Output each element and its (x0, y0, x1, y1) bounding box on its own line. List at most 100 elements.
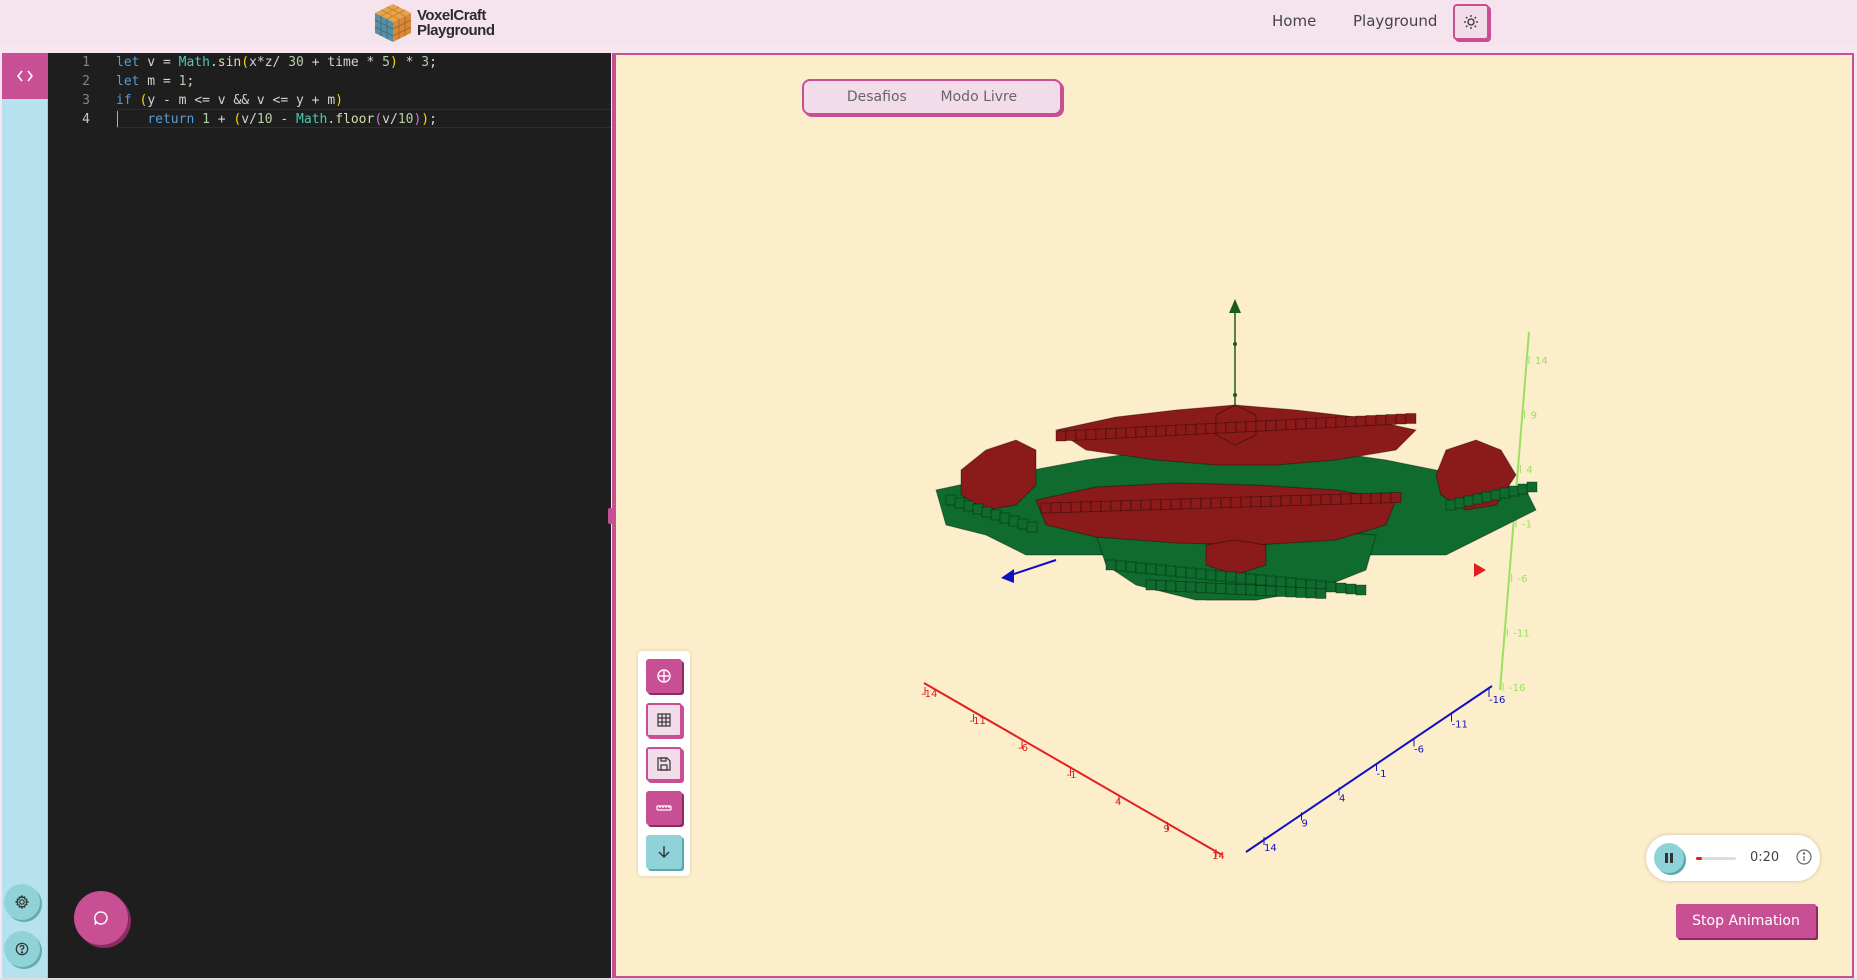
measure-button[interactable] (646, 791, 682, 825)
voxel-cube (1185, 567, 1197, 579)
y-axis-tick-label: 9 (1531, 411, 1537, 422)
voxel-cube (1225, 583, 1237, 595)
voxel-cube (1115, 427, 1127, 439)
code-text: if (y - m <= v && v <= y + m) (116, 93, 343, 108)
app-logo[interactable]: VoxelCraft Playground (373, 1, 495, 45)
voxel-cube (1490, 489, 1502, 501)
download-button[interactable] (646, 835, 682, 869)
code-line[interactable]: 1 let v = Math.sin(x*z/ 30 + time * 5) *… (48, 55, 611, 74)
voxel-cube (1155, 580, 1167, 591)
code-panel-toggle-button[interactable] (2, 53, 48, 99)
scene-z-arrow-line (1010, 559, 1057, 576)
voxel-cube (1185, 581, 1197, 593)
voxel-cube (999, 512, 1011, 524)
tab-challenges[interactable]: Desafios (847, 89, 907, 105)
pause-icon (1665, 853, 1673, 863)
scene-up-arrow (1229, 299, 1241, 313)
voxel-cube (945, 494, 957, 506)
y-axis-tick-label: -11 (1513, 629, 1529, 640)
voxel-cube (1305, 418, 1317, 429)
voxel-red-plateau (1035, 482, 1397, 546)
voxel-cube (1285, 586, 1297, 598)
voxel-cube (1110, 500, 1122, 512)
3d-viewport[interactable]: -14 -11 -6 -1 4 9 14 14 9 4 -1 -6 -11 -16 14 9 4 -1 -6 -11-… (614, 53, 1854, 978)
voxel-cube (1155, 425, 1167, 437)
voxel-cube (1255, 585, 1267, 596)
voxel-cube (1340, 493, 1352, 505)
voxel-cube (1380, 492, 1392, 504)
voxel-cube (1155, 564, 1167, 576)
crosshair-icon (657, 669, 671, 683)
voxel-cube (1017, 518, 1029, 530)
voxel-cube (1195, 423, 1207, 435)
help-button[interactable] (4, 931, 40, 967)
voxel-cube (972, 503, 984, 515)
voxel-cube (1175, 566, 1187, 578)
x-axis-tick-label: -11 (970, 716, 986, 727)
save-button[interactable] (646, 747, 682, 781)
voxel-cube (1210, 497, 1222, 509)
voxel-cube (1250, 496, 1262, 508)
nav-playground-link[interactable]: Playground (1353, 12, 1437, 30)
z-axis-tick-label: -1 (1377, 769, 1387, 780)
code-line[interactable]: 2 let m = 1; (48, 74, 611, 93)
voxel-cube (1260, 495, 1272, 507)
voxel-cube (1290, 495, 1302, 506)
chat-bubble-icon (94, 911, 108, 925)
ruler-icon (656, 805, 672, 811)
stop-animation-button[interactable]: Stop Animation (1676, 904, 1816, 938)
theme-toggle-button[interactable] (1453, 4, 1489, 40)
voxel-cube (1100, 500, 1112, 512)
x-axis-tick-label: -6 (1018, 743, 1028, 754)
voxel-cube (1245, 573, 1257, 585)
voxel-cube (1050, 502, 1062, 514)
voxel-cube (1180, 498, 1192, 510)
voxel-cube (1055, 430, 1067, 442)
voxel-cube (1517, 483, 1529, 495)
toggle-grid-button[interactable] (646, 703, 682, 737)
settings-button[interactable] (4, 884, 40, 920)
code-line[interactable]: 3 if (y - m <= v && v <= y + m) (48, 93, 611, 112)
code-text: return 1 + (v/10 - Math.floor(v/10)); (147, 112, 437, 127)
z-axis-tick-label: 4 (1339, 794, 1345, 805)
voxel-cube (1315, 588, 1327, 599)
voxel-cube (1405, 413, 1417, 424)
code-line[interactable]: 4 return 1 + (v/10 - Math.floor(v/10)); (48, 112, 611, 131)
voxel-cube (1040, 502, 1052, 514)
voxel-cube (990, 509, 1002, 521)
nav-home-link[interactable]: Home (1272, 12, 1316, 30)
voxel-cube (1205, 582, 1217, 594)
center-view-button[interactable] (646, 659, 682, 693)
y-axis-tick-label: 14 (1535, 356, 1548, 367)
save-icon (657, 757, 671, 771)
voxel-cube (1345, 583, 1357, 595)
y-axis-tick-label: -1 (1522, 520, 1532, 531)
z-axis-tick-label: -11 (1452, 720, 1468, 731)
x-axis-tick-label: 14 (1212, 851, 1225, 862)
scene-z-arrow-head (1001, 569, 1014, 583)
pause-button[interactable] (1654, 843, 1684, 873)
voxel-cube (1295, 587, 1307, 598)
voxel-cube (1165, 425, 1177, 436)
progress-slider[interactable] (1696, 857, 1736, 860)
voxel-cube (1175, 424, 1187, 436)
voxel-cube-logo-icon (374, 4, 412, 42)
x-axis-tick-label: -1 (1067, 770, 1077, 781)
voxel-cube (1160, 498, 1172, 510)
voxel-cube (1235, 572, 1247, 584)
code-text: let v = Math.sin(x*z/ 30 + time * 5) * 3… (116, 55, 437, 70)
x-axis-tick-label: 4 (1115, 797, 1121, 808)
voxel-cube (1135, 562, 1147, 574)
voxel-cube (1205, 423, 1217, 434)
info-icon[interactable] (1796, 849, 1812, 865)
voxel-cube (1255, 420, 1267, 432)
code-editor[interactable]: 1 let v = Math.sin(x*z/ 30 + time * 5) *… (48, 53, 611, 978)
voxel-cube (1245, 584, 1257, 596)
tab-free-mode[interactable]: Modo Livre (941, 89, 1018, 105)
voxel-cube (1310, 494, 1322, 506)
voxel-cube (1195, 568, 1207, 580)
voxel-cube (1215, 583, 1227, 594)
chat-button[interactable] (74, 891, 128, 945)
voxel-cube (1060, 501, 1072, 513)
voxel-cube (1463, 495, 1475, 507)
